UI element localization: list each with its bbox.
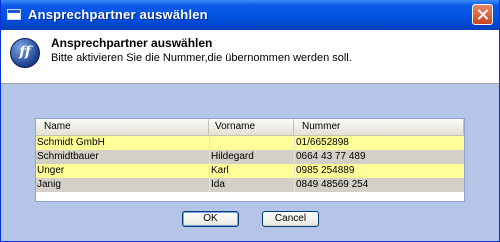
cell-name: Schmidt GmbH bbox=[37, 137, 105, 148]
close-button[interactable] bbox=[472, 4, 493, 25]
dialog-header: ff Ansprechpartner auswählen Bitte aktiv… bbox=[1, 30, 499, 84]
contacts-table: Name Vorname Nummer Schmidt GmbH 01/6652… bbox=[35, 118, 465, 202]
cell-vorname: Ida bbox=[209, 178, 294, 192]
cell-name: Unger bbox=[37, 165, 65, 176]
app-logo-icon: ff bbox=[10, 38, 40, 68]
table-header: Name Vorname Nummer bbox=[36, 119, 464, 136]
table-row[interactable]: Schmidtbauer Hildegard 0664 43 77 489 bbox=[36, 150, 464, 164]
column-header-nummer[interactable]: Nummer bbox=[294, 119, 464, 135]
cell-nummer: 0985 254889 bbox=[294, 164, 464, 178]
cell-vorname: Hildegard bbox=[209, 150, 294, 164]
window-title: Ansprechpartner auswählen bbox=[28, 7, 208, 22]
column-header-name[interactable]: Name bbox=[36, 119, 209, 135]
cell-nummer: 01/6652898 bbox=[294, 136, 464, 150]
cell-name: Janig bbox=[37, 179, 61, 190]
cell-nummer: 0849 48569 254 bbox=[294, 178, 464, 192]
header-title: Ansprechpartner auswählen bbox=[51, 36, 213, 50]
column-header-vorname[interactable]: Vorname bbox=[209, 119, 294, 135]
header-subtitle: Bitte aktivieren Sie die Nummer,die über… bbox=[51, 52, 352, 64]
dialog-window: Ansprechpartner auswählen ff Ansprechpar… bbox=[0, 0, 500, 242]
title-bar[interactable]: Ansprechpartner auswählen bbox=[1, 0, 499, 30]
cell-vorname bbox=[209, 136, 294, 150]
table-row[interactable]: Unger Karl 0985 254889 bbox=[36, 164, 464, 178]
cell-nummer: 0664 43 77 489 bbox=[294, 150, 464, 164]
table-row[interactable]: Janig Ida 0849 48569 254 bbox=[36, 178, 464, 192]
cell-vorname: Karl bbox=[209, 164, 294, 178]
table-row[interactable]: Schmidt GmbH 01/6652898 bbox=[36, 136, 464, 150]
ok-button[interactable]: OK bbox=[182, 211, 239, 227]
window-icon bbox=[7, 9, 21, 20]
cell-name: Schmidtbauer bbox=[37, 151, 99, 162]
cancel-button[interactable]: Cancel bbox=[262, 211, 319, 227]
